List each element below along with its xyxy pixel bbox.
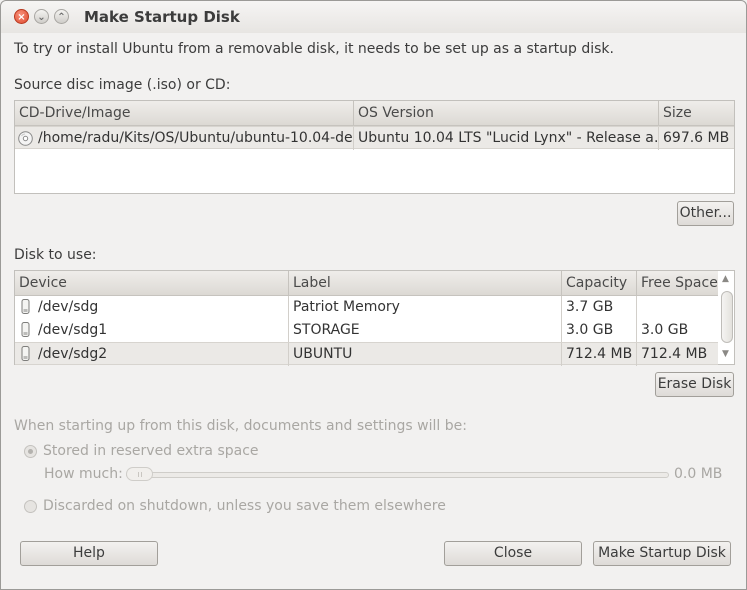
slider-handle[interactable] <box>126 467 153 481</box>
disk-capacity: 3.7 GB <box>562 296 637 319</box>
disk-label-value: Patriot Memory <box>289 296 562 319</box>
disk-device: /dev/sdg2 <box>34 343 289 366</box>
column-capacity[interactable]: Capacity <box>562 271 637 296</box>
window-minimize-icon[interactable]: ⌄ <box>34 9 49 24</box>
how-much-value: 0.0 MB <box>674 466 723 482</box>
cd-icon <box>18 131 33 146</box>
disk-capacity: 3.0 GB <box>562 319 637 342</box>
source-table[interactable]: CD-Drive/Image OS Version Size /home/rad… <box>14 100 735 194</box>
make-startup-disk-window: × ⌄ ⌃ Make Startup Disk To try or instal… <box>0 0 747 590</box>
how-much-label: How much: <box>44 466 123 482</box>
column-size[interactable]: Size <box>659 101 734 126</box>
scrollbar-thumb[interactable] <box>721 291 733 343</box>
usb-drive-icon <box>21 299 30 314</box>
source-size: 697.6 MB <box>663 130 730 146</box>
make-startup-disk-button[interactable]: Make Startup Disk <box>593 541 731 566</box>
window-title: Make Startup Disk <box>84 8 240 26</box>
discarded-option-label: Discarded on shutdown, unless you save t… <box>43 498 446 514</box>
persistence-heading: When starting up from this disk, documen… <box>14 418 467 434</box>
disk-table-header: Device Label Capacity Free Space <box>15 271 718 296</box>
help-button[interactable]: Help <box>20 541 158 566</box>
column-os-version[interactable]: OS Version <box>354 101 659 126</box>
source-label: Source disc image (.iso) or CD: <box>14 77 231 93</box>
scroll-down-arrow-icon[interactable]: ▼ <box>722 349 729 359</box>
other-button[interactable]: Other... <box>677 201 734 226</box>
source-image-path: /home/radu/Kits/OS/Ubuntu/ubuntu-10.04-d… <box>34 127 354 150</box>
disk-row-sdg1[interactable]: /dev/sdg1 STORAGE 3.0 GB 3.0 GB <box>15 319 718 342</box>
disk-device: /dev/sdg1 <box>34 319 289 342</box>
stored-radio[interactable] <box>24 445 37 458</box>
usb-drive-icon <box>21 346 30 361</box>
disk-free-space: 712.4 MB <box>641 346 708 362</box>
title-bar: × ⌄ ⌃ Make Startup Disk <box>1 1 746 33</box>
disk-free-space <box>637 296 718 319</box>
disk-label-value: STORAGE <box>289 319 562 342</box>
source-os-version: Ubuntu 10.04 LTS "Lucid Lynx" - Release … <box>354 127 659 150</box>
disk-label-value: UBUNTU <box>289 343 562 366</box>
window-maximize-icon[interactable]: ⌃ <box>54 9 69 24</box>
window-close-icon[interactable]: × <box>14 9 29 24</box>
disk-row-sdg[interactable]: /dev/sdg Patriot Memory 3.7 GB <box>15 296 718 319</box>
disk-row-sdg2[interactable]: /dev/sdg2 UBUNTU 712.4 MB 712.4 MB <box>15 342 718 366</box>
column-label[interactable]: Label <box>289 271 562 296</box>
disk-label: Disk to use: <box>14 247 97 263</box>
usb-drive-icon <box>21 322 30 337</box>
erase-disk-button[interactable]: Erase Disk <box>655 372 734 397</box>
disk-free-space: 3.0 GB <box>641 322 689 338</box>
disk-capacity: 712.4 MB <box>562 343 637 366</box>
discarded-radio[interactable] <box>24 500 37 513</box>
source-table-header: CD-Drive/Image OS Version Size <box>15 101 734 126</box>
disk-table-scrollbar[interactable]: ▲ ▼ <box>719 271 735 364</box>
source-row[interactable]: /home/radu/Kits/OS/Ubuntu/ubuntu-10.04-d… <box>15 126 734 150</box>
column-device[interactable]: Device <box>15 271 289 296</box>
stored-option-label: Stored in reserved extra space <box>43 443 259 459</box>
scroll-up-arrow-icon[interactable]: ▲ <box>722 274 729 284</box>
disk-device: /dev/sdg <box>34 296 289 319</box>
how-much-slider[interactable] <box>126 472 669 478</box>
disk-table[interactable]: Device Label Capacity Free Space /dev/sd… <box>14 270 735 366</box>
close-button[interactable]: Close <box>444 541 582 566</box>
column-cd-drive-image[interactable]: CD-Drive/Image <box>15 101 354 126</box>
intro-text: To try or install Ubuntu from a removabl… <box>14 41 614 57</box>
column-free-space[interactable]: Free Space <box>637 271 718 296</box>
